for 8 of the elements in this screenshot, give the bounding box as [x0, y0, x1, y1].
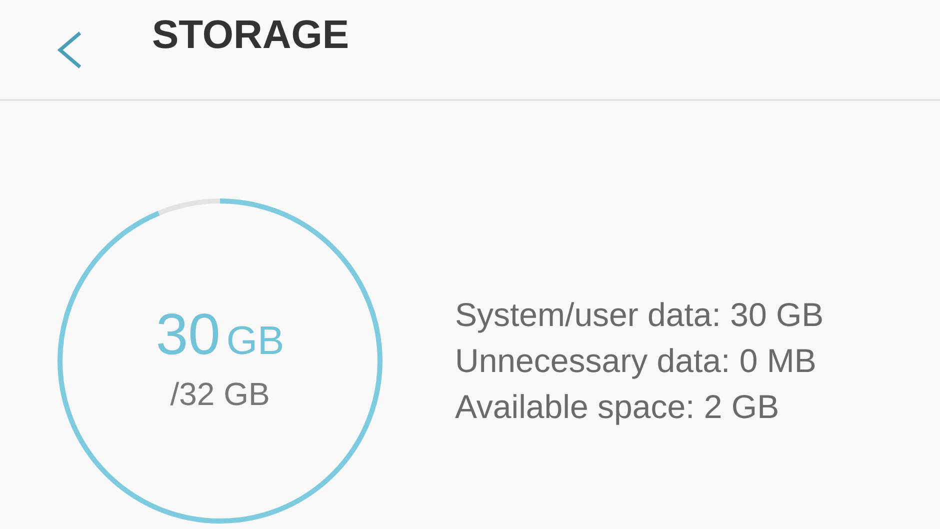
storage-detail: System/user data: 30 GB — [455, 296, 824, 334]
storage-detail: Unnecessary data: 0 MB — [455, 342, 818, 380]
storage-detail: Available space: 2 GB — [455, 388, 780, 426]
free-space-arc — [158, 198, 220, 216]
page-title: STORAGE — [152, 13, 350, 58]
used-value: 30 — [156, 301, 220, 368]
used-unit: GB — [226, 319, 284, 364]
total-capacity: /32 GB — [170, 376, 270, 413]
